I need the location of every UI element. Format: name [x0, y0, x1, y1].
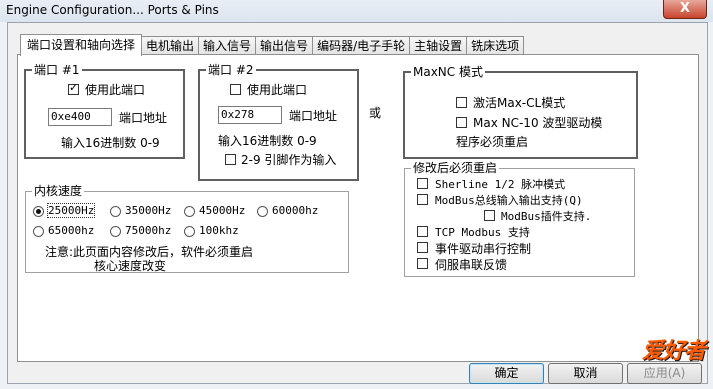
speed-25000-radio[interactable]	[33, 206, 44, 217]
maxnc-restart-note: 程序必须重启	[456, 135, 529, 149]
tcp-modbus-checkbox[interactable]	[417, 226, 428, 237]
port2-group: 端口 #2 使用此端口 0x278 端口地址 输入16进制数 0-9 2-9 引…	[198, 63, 359, 181]
speed-65000-label: 65000hz	[48, 224, 95, 237]
tab-spindle-setup[interactable]: 主轴设置	[409, 36, 468, 55]
port1-group: 端口 #1 使用此端口 0xe400 端口地址 输入16进制数 0-9	[24, 63, 185, 159]
watermark-logo: 爱好者	[641, 338, 706, 364]
cancel-button[interactable]: 取消	[548, 363, 623, 384]
port2-legend: 端口 #2	[206, 63, 256, 77]
port2-enable-checkbox[interactable]	[230, 84, 241, 95]
sherline-label: Sherline 1/2 脉冲模式	[435, 178, 566, 191]
maxnc-group: MaxNC 模式 激活Max-CL模式 Max NC-10 波型驱动模 程序必须…	[403, 65, 638, 159]
tab-mill-options[interactable]: 铣床选项	[466, 36, 525, 55]
tab-output-signals[interactable]: 输出信号	[255, 36, 314, 55]
speed-60000-radio[interactable]	[257, 206, 268, 217]
modbus-plugin-label: ModBus插件支持.	[501, 210, 592, 223]
event-serial-checkbox[interactable]	[417, 242, 428, 253]
servo-feedback-checkbox[interactable]	[417, 258, 428, 269]
tab-input-signals[interactable]: 输入信号	[198, 36, 257, 55]
close-button[interactable]: X	[663, 0, 707, 19]
speed-65000-radio[interactable]	[33, 226, 44, 237]
modbus-io-checkbox[interactable]	[417, 194, 428, 205]
speed-75000-label: 75000hz	[125, 224, 172, 237]
restart-required-legend: 修改后必须重启	[411, 161, 500, 175]
close-icon: X	[679, 1, 691, 16]
maxcl-label: 激活Max-CL模式	[473, 96, 566, 110]
speed-25000-label: 25000Hz	[46, 203, 96, 218]
port1-enable-label: 使用此端口	[85, 83, 146, 97]
tab-strip: 端口设置和轴向选择 电机输出 输入信号 输出信号 编码器/电子手轮 主轴设置 铣…	[20, 34, 525, 56]
restart-required-group: 修改后必须重启 Sherline 1/2 脉冲模式 ModBus总线输入输出支持…	[404, 161, 635, 277]
port2-pins-input-label: 2-9 引脚作为输入	[241, 153, 337, 167]
tab-motor-outputs[interactable]: 电机输出	[141, 36, 200, 55]
tab-ports-axis[interactable]: 端口设置和轴向选择	[20, 34, 143, 56]
maxnc-legend: MaxNC 模式	[411, 65, 485, 79]
speed-45000-label: 45000Hz	[199, 204, 246, 217]
speed-75000-radio[interactable]	[110, 226, 121, 237]
speed-100k-label: 100khz	[199, 224, 239, 237]
title-bar: Engine Configuration... Ports & Pins X	[0, 0, 713, 22]
tab-encoder-mpg[interactable]: 编码器/电子手轮	[312, 36, 411, 55]
maxnc10-label: Max NC-10 波型驱动模	[473, 116, 603, 130]
maxnc10-checkbox[interactable]	[456, 117, 467, 128]
port2-address-label: 端口地址	[289, 109, 338, 123]
port2-address-input[interactable]: 0x278	[218, 106, 282, 124]
tab-panel: 端口 #1 使用此端口 0xe400 端口地址 输入16进制数 0-9 端口 #…	[17, 54, 699, 362]
kernel-note-line2: 核心速度改变	[94, 259, 167, 273]
dialog-body: 端口设置和轴向选择 电机输出 输入信号 输出信号 编码器/电子手轮 主轴设置 铣…	[7, 22, 708, 384]
event-serial-label: 事件驱动串行控制	[435, 242, 532, 256]
port1-address-input[interactable]: 0xe400	[48, 108, 112, 126]
tcp-modbus-label: TCP Modbus 支持	[435, 226, 530, 239]
maxcl-checkbox[interactable]	[456, 97, 467, 108]
port1-legend: 端口 #1	[32, 63, 82, 77]
kernel-speed-legend: 内核速度	[32, 184, 85, 198]
apply-button[interactable]: 应用(A)	[627, 363, 702, 384]
port1-hex-hint: 输入16进制数 0-9	[61, 136, 160, 150]
port2-hex-hint: 输入16进制数 0-9	[218, 134, 317, 148]
port2-enable-label: 使用此端口	[247, 83, 308, 97]
kernel-speed-group: 内核速度 25000Hz 35000Hz 45000Hz 60000hz 650…	[25, 184, 349, 273]
or-label: 或	[369, 106, 382, 120]
port2-pins-input-checkbox[interactable]	[225, 154, 236, 165]
port1-enable-checkbox[interactable]	[68, 81, 79, 95]
servo-feedback-label: 伺服串联反馈	[435, 258, 508, 272]
sherline-checkbox[interactable]	[417, 178, 428, 189]
port1-address-label: 端口地址	[119, 111, 168, 125]
speed-60000-label: 60000hz	[272, 204, 319, 217]
ok-button[interactable]: 确定	[469, 363, 544, 384]
speed-100k-radio[interactable]	[184, 226, 195, 237]
modbus-plugin-checkbox[interactable]	[484, 210, 495, 221]
speed-35000-radio[interactable]	[110, 206, 121, 217]
window-title: Engine Configuration... Ports & Pins	[6, 3, 219, 17]
modbus-io-label: ModBus总线输入输出支持(Q)	[435, 194, 583, 207]
speed-35000-label: 35000Hz	[125, 204, 172, 217]
speed-45000-radio[interactable]	[184, 206, 195, 217]
